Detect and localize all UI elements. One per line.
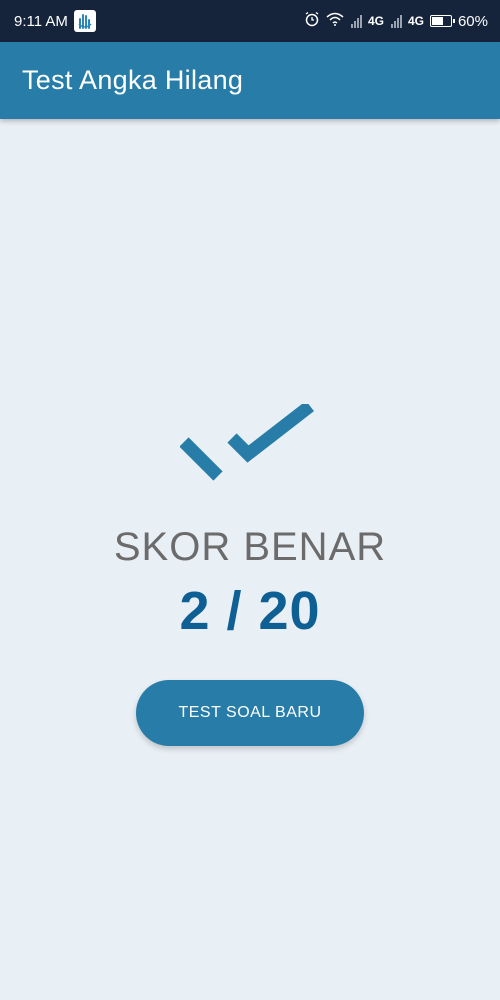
battery-icon xyxy=(429,15,455,27)
status-bar: 9:11 AM 4G 4G 60% xyxy=(0,0,500,42)
signal-icon xyxy=(390,14,402,28)
status-bar-left: 9:11 AM xyxy=(14,10,96,32)
app-bar: Test Angka Hilang xyxy=(0,42,500,119)
score-value: 2 / 20 xyxy=(179,581,321,641)
status-bar-right: 4G 4G 60% xyxy=(298,11,488,31)
battery-percent: 60% xyxy=(457,12,488,30)
network-type-1: 4G xyxy=(367,14,384,28)
page-title: Test Angka Hilang xyxy=(22,65,244,95)
signal-icon xyxy=(350,14,362,28)
alarm-icon xyxy=(304,11,320,31)
battery-fill xyxy=(431,17,443,25)
wifi-icon xyxy=(326,12,344,30)
network-type-2: 4G xyxy=(407,14,424,28)
status-time: 9:11 AM xyxy=(14,12,68,30)
result-panel: SKOR BENAR 2 / 20 TEST SOAL BARU xyxy=(0,119,500,1000)
app-notification-icon xyxy=(73,10,96,32)
score-label: SKOR BENAR xyxy=(113,525,387,569)
double-check-icon xyxy=(179,400,320,489)
new-test-button[interactable]: TEST SOAL BARU xyxy=(136,680,364,746)
